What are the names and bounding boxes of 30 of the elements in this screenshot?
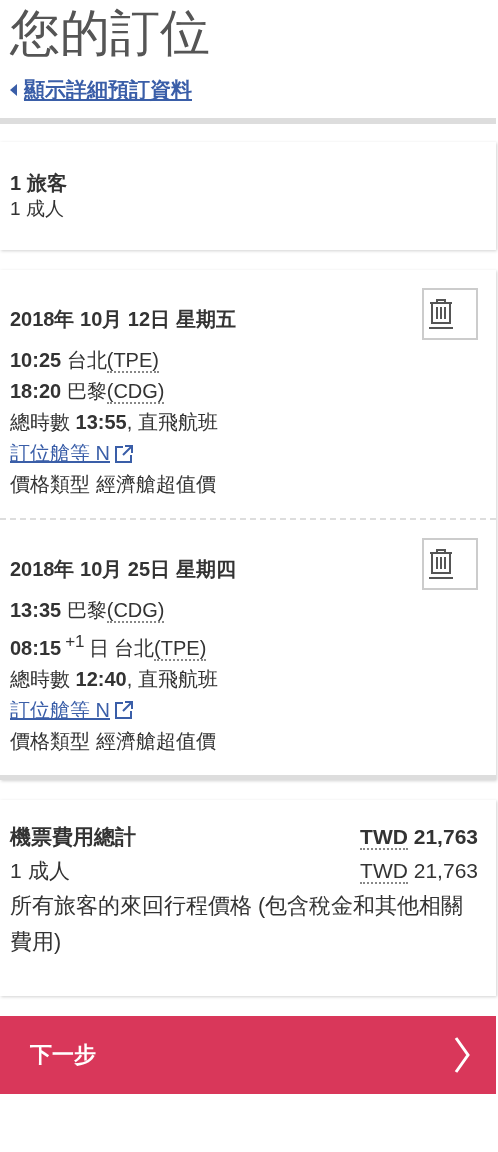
next-button[interactable]: 下一步 bbox=[0, 1015, 496, 1094]
flight-time: 08:15 $^{+1}$ 日 台北(TPE) bbox=[10, 631, 208, 663]
flight-time: 18:20 巴黎(CDG) bbox=[10, 379, 166, 406]
total-price: TWD 21,763 bbox=[360, 823, 478, 852]
flight-date: 2018年 10月 25日 星期四 bbox=[10, 557, 236, 582]
flight-time: 13:35 巴黎(CDG) bbox=[10, 598, 166, 625]
fare-type: 價格類型 經濟艙超值價 bbox=[10, 472, 217, 497]
fare-class-link[interactable]: 訂位艙等 N bbox=[10, 694, 134, 726]
travelers-heading: 1 旅客 bbox=[10, 171, 68, 196]
travelers-breakdown: 1 成人 bbox=[10, 197, 65, 221]
flight-date: 2018年 10月 12日 星期五 bbox=[10, 307, 236, 332]
chevron-right-icon bbox=[454, 1036, 470, 1073]
flight-duration: 總時數 12:40, 直飛航班 bbox=[10, 666, 219, 692]
trash-icon bbox=[428, 298, 454, 330]
passenger-price: TWD 21,763 bbox=[360, 857, 478, 886]
price-note: 所有旅客的來回行程價格 (包含稅金和其他相關費用) bbox=[10, 892, 465, 956]
flight-duration: 總時數 13:55, 直飛航班 bbox=[10, 410, 219, 435]
trash-icon bbox=[428, 548, 454, 580]
page-title: 您的訂位 bbox=[9, 4, 211, 63]
total-label: 機票費用總計 bbox=[10, 823, 136, 850]
flight-time: 10:25 台北(TPE) bbox=[10, 348, 160, 375]
external-link-icon bbox=[114, 700, 134, 721]
passenger-label: 1 成人 bbox=[10, 857, 70, 884]
fare-type: 價格類型 經濟艙超值價 bbox=[10, 728, 217, 754]
external-link-icon bbox=[114, 443, 134, 464]
delete-button[interactable] bbox=[422, 288, 478, 340]
fare-class-link[interactable]: 訂位艙等 N bbox=[10, 438, 134, 469]
show-details-link[interactable]: 顯示詳細預訂資料 bbox=[10, 76, 192, 104]
caret-left-icon bbox=[10, 84, 18, 96]
delete-button[interactable] bbox=[422, 538, 478, 590]
